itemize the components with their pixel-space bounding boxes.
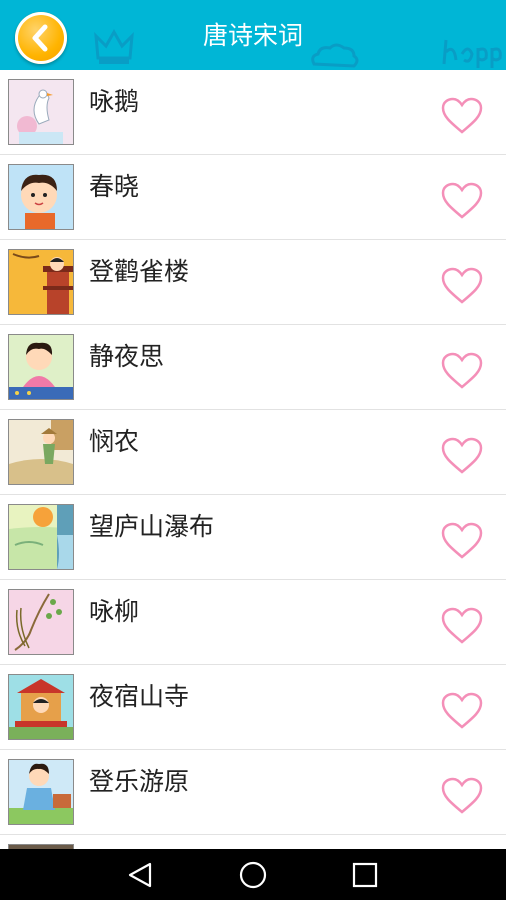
willow-branch-illustration [8,589,74,655]
poem-title: 咏柳 [89,597,140,626]
heart-outline-icon[interactable] [440,181,484,221]
system-navigation-bar [0,849,506,900]
goose-illustration [8,79,74,145]
heart-outline-icon[interactable] [440,776,484,816]
temple-illustration [8,674,74,740]
recents-square-icon[interactable] [349,859,381,891]
list-item[interactable]: 咏鹅 [0,70,506,155]
poem-title: 春晓 [89,172,140,201]
list-item[interactable]: 登乐游原 [0,750,506,835]
poem-list[interactable]: 咏鹅 春晓 登鹳雀楼 静夜思 悯农 望庐山瀑布 咏柳 夜宿山寺 登乐游原 [0,70,506,849]
poem-title: 登鹳雀楼 [89,257,190,286]
child-walking-illustration [8,759,74,825]
poem-title: 咏鹅 [89,87,140,116]
poem-title: 静夜思 [89,342,165,371]
list-item[interactable] [0,835,506,849]
list-item[interactable]: 咏柳 [0,580,506,665]
heart-outline-icon[interactable] [440,266,484,306]
heart-outline-icon[interactable] [440,521,484,561]
list-item[interactable]: 望庐山瀑布 [0,495,506,580]
poem-title: 悯农 [89,427,140,456]
heart-outline-icon[interactable] [440,436,484,476]
poem-title: 登乐游原 [89,767,190,796]
heart-outline-icon[interactable] [440,96,484,136]
list-item[interactable]: 春晓 [0,155,506,240]
list-item[interactable]: 登鹳雀楼 [0,240,506,325]
heart-outline-icon[interactable] [440,691,484,731]
list-item[interactable]: 悯农 [0,410,506,495]
child-sitting-illustration [8,334,74,400]
waterfall-sunset-illustration [8,504,74,570]
poem-title: 夜宿山寺 [89,682,190,711]
list-item[interactable]: 静夜思 [0,325,506,410]
list-item[interactable]: 夜宿山寺 [0,665,506,750]
tower-climbing-illustration [8,249,74,315]
page-title: 唐诗宋词 [202,21,303,50]
home-circle-icon[interactable] [237,859,269,891]
child-thinking-illustration [8,164,74,230]
farmer-field-illustration [8,419,74,485]
back-triangle-icon[interactable] [124,859,156,891]
poem-title: 望庐山瀑布 [89,512,215,541]
heart-outline-icon[interactable] [440,606,484,646]
app-header: 唐诗宋词 [0,0,506,70]
heart-outline-icon[interactable] [440,351,484,391]
